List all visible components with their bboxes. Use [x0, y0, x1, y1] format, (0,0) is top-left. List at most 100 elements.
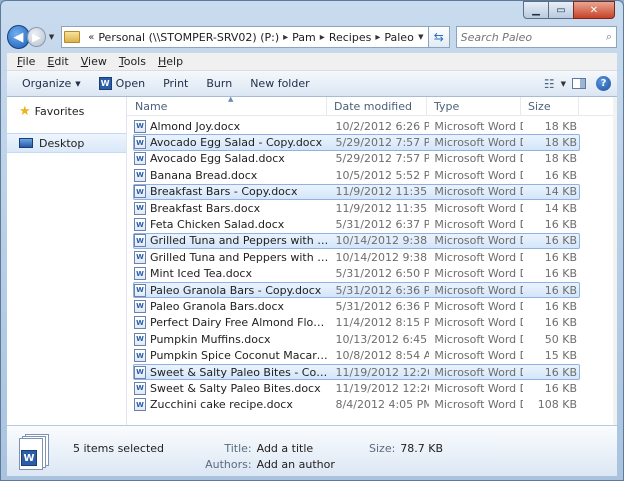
file-type: Microsoft Word D...: [434, 250, 523, 264]
file-name: Pumpkin Muffins.docx: [150, 332, 271, 346]
file-date: 10/2/2012 6:26 PM: [335, 119, 430, 133]
search-box[interactable]: ⌕: [455, 26, 617, 48]
breadcrumb-separator-icon[interactable]: ▸: [320, 32, 325, 43]
breadcrumb-paleo[interactable]: Paleo: [384, 31, 413, 44]
file-type: Microsoft Word D...: [434, 267, 523, 281]
file-name-cell: W Avocado Egg Salad.docx: [134, 152, 330, 166]
desktop-icon: [19, 138, 33, 148]
file-date: 5/31/2012 6:50 PM: [335, 267, 430, 281]
print-button[interactable]: Print: [154, 77, 197, 90]
file-name: Breakfast Bars - Copy.docx: [150, 185, 298, 199]
breadcrumb-overflow[interactable]: «: [88, 32, 94, 43]
file-row[interactable]: W Avocado Egg Salad - Copy.docx 5/29/2012 …: [133, 134, 580, 151]
view-dropdown-icon[interactable]: ▼: [561, 80, 566, 88]
file-date: 5/31/2012 6:36 PM: [335, 283, 430, 297]
menu-view[interactable]: View: [75, 55, 113, 68]
menu-bar: File Edit View Tools Help: [7, 53, 617, 71]
breadcrumb-drive[interactable]: Personal (\\STOMPER-SRV02) (P:): [98, 31, 279, 44]
file-type: Microsoft Word D...: [434, 365, 523, 379]
title-field[interactable]: Add a title: [257, 442, 355, 455]
search-icon[interactable]: ⌕: [606, 30, 612, 44]
preview-pane-icon[interactable]: [572, 78, 586, 89]
column-name[interactable]: Name: [127, 97, 327, 116]
search-input[interactable]: [460, 30, 606, 44]
burn-button[interactable]: Burn: [197, 77, 241, 90]
column-date-modified[interactable]: Date modified: [327, 97, 427, 116]
open-button[interactable]: W Open: [90, 77, 154, 90]
file-name: Breakfast Bars.docx: [150, 201, 261, 215]
forward-arrow-icon: ▶: [32, 30, 41, 44]
file-row[interactable]: W Zucchini cake recipe.docx 8/4/2012 4:05 …: [133, 397, 580, 413]
file-name-cell: W Zucchini cake recipe.docx: [134, 398, 330, 412]
file-name-cell: W Sweet & Salty Paleo Bites - Copy.docx: [134, 365, 330, 379]
file-date: 5/31/2012 6:37 PM: [335, 218, 430, 232]
file-type: Microsoft Word D...: [434, 201, 523, 215]
word-document-icon: W: [134, 332, 146, 346]
forward-button[interactable]: ▶: [26, 27, 46, 47]
file-row[interactable]: W Pumpkin Muffins.docx 10/13/2012 6:45 PM M…: [133, 331, 580, 347]
file-row[interactable]: W Breakfast Bars.docx 11/9/2012 11:35 AM Mi…: [133, 200, 580, 216]
menu-file[interactable]: File: [11, 55, 41, 68]
recent-pages-dropdown[interactable]: ▼: [46, 33, 57, 41]
vertical-scrollbar[interactable]: [613, 97, 617, 425]
file-row[interactable]: W Banana Bread.docx 10/5/2012 5:52 PM Micro…: [133, 167, 580, 183]
file-row[interactable]: W Feta Chicken Salad.docx 5/31/2012 6:37 P…: [133, 216, 580, 232]
word-document-icon: W: [134, 201, 146, 215]
file-date: 5/31/2012 6:36 PM: [335, 299, 430, 313]
file-row[interactable]: W Almond Joy.docx 10/2/2012 6:26 PM Microso…: [133, 118, 580, 134]
authors-field[interactable]: Add an author: [257, 458, 355, 471]
word-document-icon: W: [134, 365, 146, 379]
file-date: 11/4/2012 8:15 PM: [335, 316, 430, 330]
file-name-cell: W Mint Iced Tea.docx: [134, 267, 330, 281]
minimize-button[interactable]: ▁: [523, 1, 549, 19]
menu-tools[interactable]: Tools: [113, 55, 152, 68]
file-row[interactable]: W Mint Iced Tea.docx 5/31/2012 6:50 PM Micr…: [133, 266, 580, 282]
organize-button[interactable]: Organize ▼: [13, 77, 90, 90]
file-name: Perfect Dairy Free Almond Flour Pancake.…: [150, 316, 330, 330]
file-name-cell: W Paleo Granola Bars - Copy.docx: [134, 283, 330, 297]
breadcrumb-separator-icon[interactable]: ▸: [375, 32, 380, 43]
word-document-icon: W: [134, 152, 146, 166]
file-row[interactable]: W Paleo Granola Bars - Copy.docx 5/31/2012…: [133, 281, 580, 299]
new-folder-button[interactable]: New folder: [241, 77, 318, 90]
file-size: 16 KB: [544, 299, 577, 313]
file-name-cell: W Paleo Granola Bars.docx: [134, 299, 330, 313]
file-row[interactable]: W Sweet & Salty Paleo Bites - Copy.docx 11…: [133, 363, 580, 381]
address-dropdown-icon[interactable]: ▼: [414, 33, 428, 41]
breadcrumb-recipes[interactable]: Recipes: [329, 31, 372, 44]
menu-edit[interactable]: Edit: [41, 55, 74, 68]
file-type: Microsoft Word D...: [434, 381, 523, 395]
column-size[interactable]: Size: [521, 97, 579, 116]
help-icon[interactable]: ?: [596, 76, 611, 91]
file-row[interactable]: W Breakfast Bars - Copy.docx 11/9/2012 11:…: [133, 183, 580, 200]
file-row[interactable]: W Avocado Egg Salad.docx 5/29/2012 7:57 PM…: [133, 151, 580, 167]
menu-help[interactable]: Help: [152, 55, 189, 68]
navigation-bar: ◀ ▶ ▼ « Personal (\\STOMPER-SRV02) (P:) …: [7, 23, 617, 51]
file-type: Microsoft Word D...: [434, 332, 523, 346]
nav-favorites[interactable]: ★ Favorites: [7, 101, 126, 121]
file-size: 16 KB: [544, 234, 577, 248]
file-row[interactable]: W Grilled Tuna and Peppers with Caper Vin…: [133, 249, 580, 265]
star-icon: ★: [19, 103, 31, 119]
breadcrumb-separator-icon[interactable]: ▸: [283, 32, 288, 43]
file-type: Microsoft Word D...: [434, 185, 523, 199]
file-row[interactable]: W Perfect Dairy Free Almond Flour Pancake…: [133, 315, 580, 331]
authors-label: Authors:: [205, 458, 252, 471]
explorer-window: ▁ ▭ ✕ ◀ ▶ ▼ « Personal (\\STOMPER-SRV02)…: [0, 0, 624, 481]
file-name: Mint Iced Tea.docx: [150, 267, 252, 281]
file-row[interactable]: W Sweet & Salty Paleo Bites.docx 11/19/201…: [133, 380, 580, 396]
file-row[interactable]: W Grilled Tuna and Peppers with Caper Vin…: [133, 232, 580, 250]
file-date: 11/9/2012 11:35 AM: [335, 185, 430, 199]
close-button[interactable]: ✕: [573, 1, 615, 19]
file-row[interactable]: W Pumpkin Spice Coconut Macaroons.docx 10/…: [133, 347, 580, 363]
column-type[interactable]: Type: [427, 97, 521, 116]
file-name: Grilled Tuna and Peppers with Caper Vin.…: [150, 234, 330, 248]
nav-desktop[interactable]: Desktop: [7, 133, 126, 153]
file-row[interactable]: W Paleo Granola Bars.docx 5/31/2012 6:36 P…: [133, 298, 580, 314]
change-view-icon[interactable]: ☷: [538, 77, 561, 91]
maximize-button[interactable]: ▭: [548, 1, 574, 19]
breadcrumb-pam[interactable]: Pam: [292, 31, 316, 44]
address-bar[interactable]: « Personal (\\STOMPER-SRV02) (P:) ▸ Pam …: [61, 26, 429, 48]
word-document-icon: W: [134, 349, 146, 363]
refresh-button[interactable]: ⇆: [428, 26, 450, 48]
